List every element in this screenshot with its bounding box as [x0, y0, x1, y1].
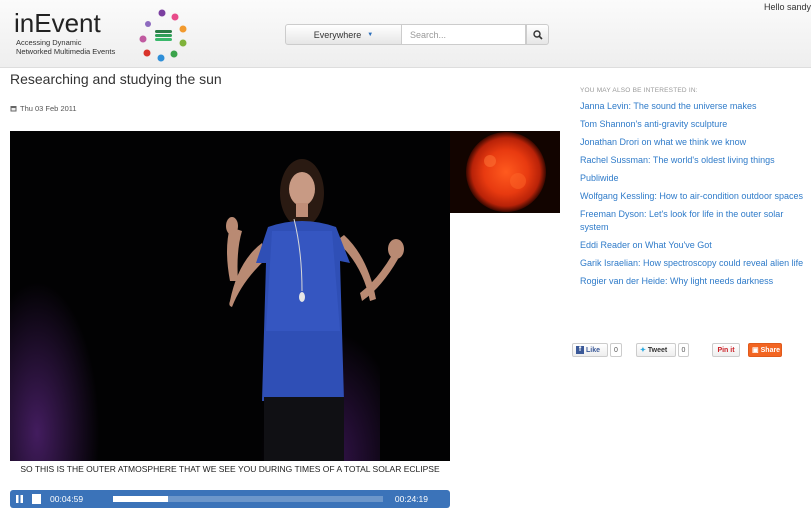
- share-label: Share: [760, 346, 781, 354]
- logo-subtitle-line1: Accessing Dynamic: [16, 38, 82, 47]
- related-item: Rachel Sussman: The world's oldest livin…: [580, 154, 811, 167]
- tweet-label: Tweet: [647, 346, 668, 354]
- like-label: Like: [586, 346, 601, 354]
- tweet-count: 0: [678, 343, 689, 357]
- logo-title[interactable]: inEvent: [14, 8, 101, 39]
- video-caption: SO THIS IS THE OUTER ATMOSPHERE THAT WE …: [20, 464, 440, 474]
- like-count: 0: [610, 343, 622, 357]
- search-button[interactable]: [526, 24, 549, 45]
- search-icon: [532, 29, 543, 40]
- related-link[interactable]: Tom Shannon's anti-gravity sculpture: [580, 119, 727, 129]
- related-item: Freeman Dyson: Let's look for life in th…: [580, 208, 811, 234]
- related-item: Wolfgang Kessling: How to air-condition …: [580, 190, 811, 203]
- facebook-like-button[interactable]: f Like: [572, 343, 608, 357]
- video-player[interactable]: [10, 131, 450, 461]
- event-date: Thu 03 Feb 2011: [10, 104, 77, 113]
- pinterest-button[interactable]: Pin it: [712, 343, 740, 357]
- current-time: 00:04:59: [50, 494, 84, 504]
- share-button[interactable]: ▣ Share: [748, 343, 782, 357]
- related-item: Eddi Reader on What You've Got: [580, 239, 811, 252]
- related-link[interactable]: Garik Israelian: How spectroscopy could …: [580, 258, 803, 268]
- logo-subtitle: Accessing Dynamic Networked Multimedia E…: [16, 38, 146, 56]
- search-scope-dropdown[interactable]: Everywhere ▼: [285, 24, 402, 45]
- related-item: Jonathan Drori on what we think we know: [580, 136, 811, 149]
- related-item: Janna Levin: The sound the universe make…: [580, 100, 811, 113]
- page-title: Researching and studying the sun: [10, 71, 222, 87]
- player-controls: 00:04:59 00:24:19: [10, 490, 450, 508]
- progress-fill: [113, 496, 169, 502]
- related-link[interactable]: Publiwide: [580, 173, 619, 183]
- calendar-icon: [10, 106, 17, 112]
- pause-icon[interactable]: [15, 494, 24, 504]
- user-greeting[interactable]: Hello sandy: [764, 2, 811, 12]
- related-link[interactable]: Freeman Dyson: Let's look for life in th…: [580, 209, 783, 232]
- speaker-figure: [226, 159, 404, 461]
- related-item: Publiwide: [580, 172, 811, 185]
- pin-label: Pin it: [717, 346, 735, 354]
- search-input[interactable]: [402, 24, 526, 45]
- sun-image: [450, 131, 560, 213]
- twitter-icon: ✦: [640, 347, 646, 354]
- related-link[interactable]: Janna Levin: The sound the universe make…: [580, 101, 756, 111]
- logo-dots-icon: [139, 9, 187, 62]
- related-item: Rogier van der Heide: Why light needs da…: [580, 275, 811, 288]
- search-scope-label: Everywhere: [313, 29, 362, 40]
- related-item: Garik Israelian: How spectroscopy could …: [580, 257, 811, 270]
- facebook-icon: f: [576, 346, 584, 354]
- share-icon: ▣: [752, 347, 759, 354]
- related-item: Tom Shannon's anti-gravity sculpture: [580, 118, 811, 131]
- chevron-down-icon: ▼: [367, 31, 374, 38]
- total-time: 00:24:19: [394, 494, 428, 504]
- related-link[interactable]: Rogier van der Heide: Why light needs da…: [580, 276, 773, 286]
- related-link[interactable]: Wolfgang Kessling: How to air-condition …: [580, 191, 803, 201]
- related-link[interactable]: Jonathan Drori on what we think we know: [580, 137, 746, 147]
- related-link[interactable]: Eddi Reader on What You've Got: [580, 240, 712, 250]
- progress-bar[interactable]: [113, 496, 383, 502]
- related-list: Janna Levin: The sound the universe make…: [580, 100, 811, 293]
- stop-icon[interactable]: [32, 494, 41, 504]
- site-header: inEvent Accessing Dynamic Networked Mult…: [0, 0, 811, 68]
- related-heading: YOU MAY ALSO BE INTERESTED IN:: [580, 87, 698, 94]
- event-date-text: Thu 03 Feb 2011: [20, 104, 77, 113]
- tweet-button[interactable]: ✦ Tweet: [636, 343, 676, 357]
- logo-subtitle-line2: Networked Multimedia Events: [16, 47, 116, 56]
- related-link[interactable]: Rachel Sussman: The world's oldest livin…: [580, 155, 775, 165]
